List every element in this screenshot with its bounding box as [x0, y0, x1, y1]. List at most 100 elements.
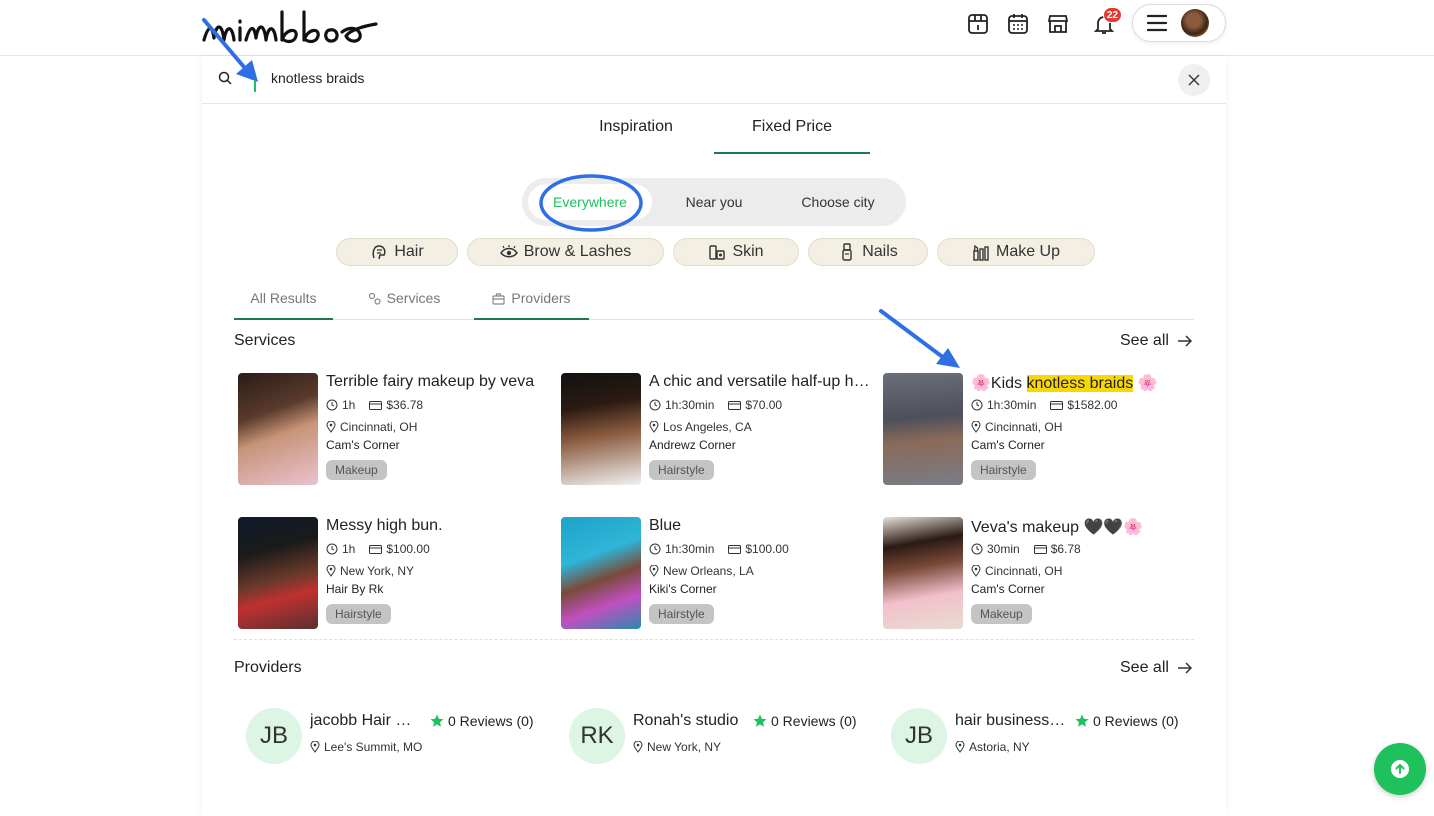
service-price: $70.00 [745, 398, 783, 412]
service-meta: 1h $100.00 [326, 542, 430, 556]
service-price: $100.00 [386, 542, 430, 556]
provider-location: Astoria, NY [955, 740, 1030, 754]
avatar [1181, 9, 1209, 37]
service-price: $100.00 [745, 542, 789, 556]
service-title: A chic and versatile half-up half-down [649, 373, 871, 390]
tab-services[interactable]: Services [364, 290, 444, 320]
tab-label: Services [386, 290, 441, 306]
reviews-text: 0 Reviews (0) [771, 713, 857, 729]
arrow-right-icon [1177, 662, 1192, 674]
tab-label: Providers [511, 290, 571, 306]
service-card[interactable]: 🌸Kids knotless braids 🌸 1h:30min $1582.0… [883, 373, 1193, 485]
services-heading: Services [234, 332, 296, 349]
inspiration-icon[interactable] [962, 8, 994, 40]
category-label: Hair [394, 243, 424, 260]
location-text: New York, NY [340, 564, 415, 578]
store-icon[interactable] [1042, 8, 1074, 40]
location-choose-city[interactable]: Choose city [776, 184, 900, 220]
reviews-text: 0 Reviews (0) [448, 713, 534, 729]
provider-avatar: RK [569, 708, 625, 764]
service-tag: Makeup [971, 604, 1032, 624]
location-pin-icon [649, 421, 659, 433]
clock-icon [971, 543, 983, 555]
location-text: Cincinnati, OH [340, 420, 418, 434]
calendar-icon[interactable] [1002, 8, 1034, 40]
scroll-to-top-button[interactable] [1374, 743, 1426, 795]
service-card[interactable]: Messy high bun. 1h $100.00 New York, NY … [238, 517, 548, 629]
service-price: $1582.00 [1067, 398, 1118, 412]
provider-card[interactable]: RK Ronah's studio 0 Reviews (0) New York… [569, 708, 869, 768]
service-duration: 1h:30min [665, 542, 715, 556]
makeup-icon [973, 244, 989, 261]
service-provider: Cam's Corner [971, 582, 1045, 596]
price-tag-icon [1050, 400, 1064, 410]
service-image [883, 517, 963, 629]
clear-search-button[interactable] [1178, 64, 1210, 96]
location-text: New Orleans, LA [663, 564, 754, 578]
service-meta: 1h $36.78 [326, 398, 423, 412]
result-tabs: All Results Services Providers [234, 290, 1194, 320]
provider-name: hair business studio [955, 712, 1067, 729]
category-skin[interactable]: Skin [673, 238, 799, 266]
service-tag: Makeup [326, 460, 387, 480]
location-text: Lee's Summit, MO [324, 740, 423, 754]
services-icon [368, 292, 381, 305]
service-provider: Hair By Rk [326, 582, 384, 596]
service-image [238, 517, 318, 629]
nail-polish-icon [842, 243, 852, 261]
location-everywhere[interactable]: Everywhere [528, 184, 652, 220]
service-title: 🌸Kids knotless braids 🌸 [971, 373, 1193, 393]
location-filter: Everywhere Near you Choose city [522, 178, 906, 226]
see-all-label: See all [1120, 332, 1169, 349]
service-price: $6.78 [1050, 542, 1081, 556]
service-title: Messy high bun. [326, 517, 443, 534]
tab-label: All Results [250, 290, 317, 306]
provider-location: Lee's Summit, MO [310, 740, 422, 754]
location-near-you[interactable]: Near you [652, 184, 776, 220]
see-all-label: See all [1120, 659, 1169, 676]
category-brow-lashes[interactable]: Brow & Lashes [467, 238, 664, 266]
service-provider: Cam's Corner [971, 438, 1045, 452]
section-divider [234, 639, 1194, 640]
clock-icon [326, 543, 338, 555]
star-icon [1075, 714, 1089, 727]
provider-card[interactable]: JB hair business studio 0 Reviews (0) As… [891, 708, 1191, 768]
mimbbo-logo[interactable] [200, 6, 380, 50]
service-meta: 1h:30min $70.00 [649, 398, 782, 412]
price-tag-icon [369, 400, 383, 410]
service-duration: 1h [342, 542, 356, 556]
providers-see-all-link[interactable]: See all [1120, 659, 1193, 677]
service-card[interactable]: Veva's makeup 🖤🖤🌸 30min $6.78 Cincinnati… [883, 517, 1193, 629]
bell-icon[interactable]: 22 [1088, 7, 1122, 40]
search-input[interactable]: knotless braids [271, 70, 364, 86]
search-match-highlight: knotless braids [1026, 375, 1134, 392]
tab-all-results[interactable]: All Results [234, 290, 333, 320]
title-text: 🌸Kids [971, 375, 1027, 392]
provider-name: jacobb Hair Studio [310, 712, 422, 729]
tab-inspiration[interactable]: Inspiration [558, 118, 714, 154]
service-title: Veva's makeup 🖤🖤🌸 [971, 519, 1144, 536]
service-duration: 1h:30min [987, 398, 1037, 412]
account-menu-button[interactable] [1132, 4, 1226, 42]
service-card[interactable]: Terrible fairy makeup by veva 1h $36.78 … [238, 373, 548, 485]
provider-card[interactable]: JB jacobb Hair Studio 0 Reviews (0) Lee'… [246, 708, 546, 768]
category-make-up[interactable]: Make Up [937, 238, 1095, 266]
price-tag-icon [1033, 544, 1047, 554]
service-location: New York, NY [326, 564, 414, 578]
service-tag: Hairstyle [326, 604, 391, 624]
category-hair[interactable]: Hair [336, 238, 458, 266]
category-label: Make Up [995, 243, 1061, 260]
provider-avatar: JB [246, 708, 302, 764]
skincare-icon [709, 245, 726, 260]
clock-icon [971, 399, 983, 411]
location-pin-icon [955, 741, 965, 753]
category-label: Brow & Lashes [523, 243, 632, 260]
eye-icon [499, 245, 518, 258]
tab-providers[interactable]: Providers [474, 290, 589, 320]
service-card[interactable]: A chic and versatile half-up half-down 1… [561, 373, 871, 485]
price-tag-icon [369, 544, 383, 554]
service-card[interactable]: Blue 1h:30min $100.00 New Orleans, LA Ki… [561, 517, 871, 629]
category-nails[interactable]: Nails [808, 238, 928, 266]
tab-fixed-price[interactable]: Fixed Price [714, 118, 870, 154]
services-see-all-link[interactable]: See all [1120, 332, 1193, 350]
